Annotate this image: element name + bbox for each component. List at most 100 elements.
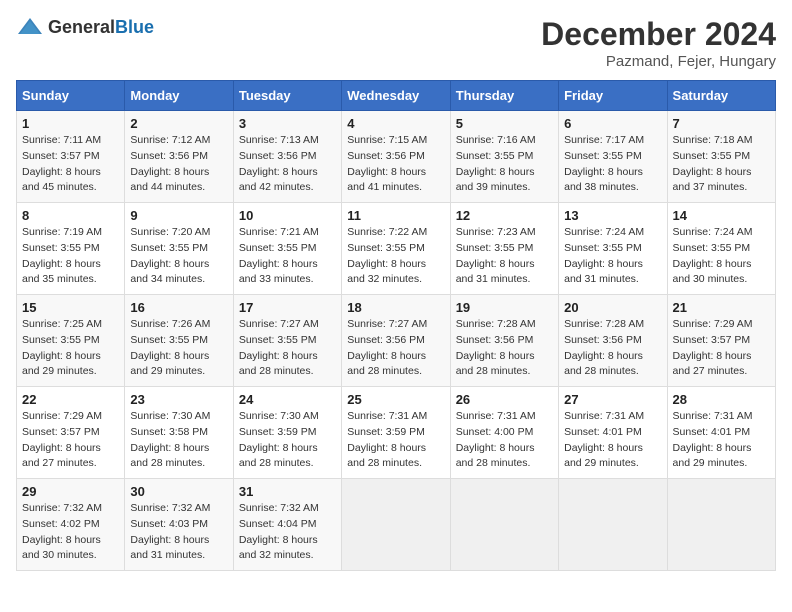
logo-icon	[16, 16, 44, 38]
day-info: Sunrise: 7:17 AMSunset: 3:55 PMDaylight:…	[564, 134, 644, 193]
calendar-week-5: 29 Sunrise: 7:32 AMSunset: 4:02 PMDaylig…	[17, 479, 776, 571]
day-number: 23	[130, 392, 227, 407]
day-number: 1	[22, 116, 119, 131]
day-number: 3	[239, 116, 336, 131]
col-header-friday: Friday	[559, 81, 667, 111]
calendar-cell: 30 Sunrise: 7:32 AMSunset: 4:03 PMDaylig…	[125, 479, 233, 571]
calendar-week-2: 8 Sunrise: 7:19 AMSunset: 3:55 PMDayligh…	[17, 203, 776, 295]
day-number: 4	[347, 116, 444, 131]
location-title: Pazmand, Fejer, Hungary	[541, 53, 776, 70]
calendar-cell: 10 Sunrise: 7:21 AMSunset: 3:55 PMDaylig…	[233, 203, 341, 295]
day-info: Sunrise: 7:28 AMSunset: 3:56 PMDaylight:…	[456, 318, 536, 377]
day-info: Sunrise: 7:32 AMSunset: 4:04 PMDaylight:…	[239, 502, 319, 561]
day-info: Sunrise: 7:16 AMSunset: 3:55 PMDaylight:…	[456, 134, 536, 193]
day-info: Sunrise: 7:18 AMSunset: 3:55 PMDaylight:…	[673, 134, 753, 193]
day-info: Sunrise: 7:27 AMSunset: 3:56 PMDaylight:…	[347, 318, 427, 377]
calendar-cell	[667, 479, 775, 571]
day-info: Sunrise: 7:32 AMSunset: 4:02 PMDaylight:…	[22, 502, 102, 561]
title-area: December 2024 Pazmand, Fejer, Hungary	[541, 16, 776, 70]
day-info: Sunrise: 7:20 AMSunset: 3:55 PMDaylight:…	[130, 226, 210, 285]
calendar-week-3: 15 Sunrise: 7:25 AMSunset: 3:55 PMDaylig…	[17, 295, 776, 387]
day-number: 27	[564, 392, 661, 407]
day-info: Sunrise: 7:31 AMSunset: 4:00 PMDaylight:…	[456, 410, 536, 469]
calendar-week-4: 22 Sunrise: 7:29 AMSunset: 3:57 PMDaylig…	[17, 387, 776, 479]
day-number: 11	[347, 208, 444, 223]
day-info: Sunrise: 7:27 AMSunset: 3:55 PMDaylight:…	[239, 318, 319, 377]
calendar-header: SundayMondayTuesdayWednesdayThursdayFrid…	[17, 81, 776, 111]
day-info: Sunrise: 7:32 AMSunset: 4:03 PMDaylight:…	[130, 502, 210, 561]
calendar-cell	[342, 479, 450, 571]
calendar-cell: 13 Sunrise: 7:24 AMSunset: 3:55 PMDaylig…	[559, 203, 667, 295]
calendar-cell: 22 Sunrise: 7:29 AMSunset: 3:57 PMDaylig…	[17, 387, 125, 479]
calendar-cell: 25 Sunrise: 7:31 AMSunset: 3:59 PMDaylig…	[342, 387, 450, 479]
calendar-cell: 31 Sunrise: 7:32 AMSunset: 4:04 PMDaylig…	[233, 479, 341, 571]
day-number: 6	[564, 116, 661, 131]
day-number: 30	[130, 484, 227, 499]
calendar-cell: 14 Sunrise: 7:24 AMSunset: 3:55 PMDaylig…	[667, 203, 775, 295]
day-number: 13	[564, 208, 661, 223]
calendar-cell: 26 Sunrise: 7:31 AMSunset: 4:00 PMDaylig…	[450, 387, 558, 479]
day-info: Sunrise: 7:24 AMSunset: 3:55 PMDaylight:…	[564, 226, 644, 285]
col-header-tuesday: Tuesday	[233, 81, 341, 111]
calendar-cell: 19 Sunrise: 7:28 AMSunset: 3:56 PMDaylig…	[450, 295, 558, 387]
day-info: Sunrise: 7:28 AMSunset: 3:56 PMDaylight:…	[564, 318, 644, 377]
day-info: Sunrise: 7:25 AMSunset: 3:55 PMDaylight:…	[22, 318, 102, 377]
day-number: 20	[564, 300, 661, 315]
day-number: 5	[456, 116, 553, 131]
calendar-cell: 1 Sunrise: 7:11 AMSunset: 3:57 PMDayligh…	[17, 111, 125, 203]
calendar-cell: 27 Sunrise: 7:31 AMSunset: 4:01 PMDaylig…	[559, 387, 667, 479]
day-info: Sunrise: 7:21 AMSunset: 3:55 PMDaylight:…	[239, 226, 319, 285]
calendar-week-1: 1 Sunrise: 7:11 AMSunset: 3:57 PMDayligh…	[17, 111, 776, 203]
calendar-cell: 21 Sunrise: 7:29 AMSunset: 3:57 PMDaylig…	[667, 295, 775, 387]
day-number: 22	[22, 392, 119, 407]
calendar-cell: 8 Sunrise: 7:19 AMSunset: 3:55 PMDayligh…	[17, 203, 125, 295]
day-info: Sunrise: 7:22 AMSunset: 3:55 PMDaylight:…	[347, 226, 427, 285]
day-number: 14	[673, 208, 770, 223]
calendar-cell: 3 Sunrise: 7:13 AMSunset: 3:56 PMDayligh…	[233, 111, 341, 203]
day-info: Sunrise: 7:31 AMSunset: 3:59 PMDaylight:…	[347, 410, 427, 469]
logo-text: GeneralBlue	[48, 17, 154, 38]
day-info: Sunrise: 7:29 AMSunset: 3:57 PMDaylight:…	[673, 318, 753, 377]
calendar-cell: 11 Sunrise: 7:22 AMSunset: 3:55 PMDaylig…	[342, 203, 450, 295]
day-info: Sunrise: 7:26 AMSunset: 3:55 PMDaylight:…	[130, 318, 210, 377]
day-number: 17	[239, 300, 336, 315]
calendar-cell: 28 Sunrise: 7:31 AMSunset: 4:01 PMDaylig…	[667, 387, 775, 479]
calendar-cell: 18 Sunrise: 7:27 AMSunset: 3:56 PMDaylig…	[342, 295, 450, 387]
day-info: Sunrise: 7:23 AMSunset: 3:55 PMDaylight:…	[456, 226, 536, 285]
day-number: 7	[673, 116, 770, 131]
day-info: Sunrise: 7:30 AMSunset: 3:59 PMDaylight:…	[239, 410, 319, 469]
calendar-cell: 17 Sunrise: 7:27 AMSunset: 3:55 PMDaylig…	[233, 295, 341, 387]
logo-general: General	[48, 17, 115, 37]
calendar-cell: 16 Sunrise: 7:26 AMSunset: 3:55 PMDaylig…	[125, 295, 233, 387]
calendar-cell: 15 Sunrise: 7:25 AMSunset: 3:55 PMDaylig…	[17, 295, 125, 387]
day-number: 31	[239, 484, 336, 499]
day-number: 2	[130, 116, 227, 131]
day-number: 16	[130, 300, 227, 315]
col-header-monday: Monday	[125, 81, 233, 111]
day-number: 9	[130, 208, 227, 223]
day-number: 15	[22, 300, 119, 315]
calendar-cell: 2 Sunrise: 7:12 AMSunset: 3:56 PMDayligh…	[125, 111, 233, 203]
day-info: Sunrise: 7:30 AMSunset: 3:58 PMDaylight:…	[130, 410, 210, 469]
day-info: Sunrise: 7:13 AMSunset: 3:56 PMDaylight:…	[239, 134, 319, 193]
col-header-wednesday: Wednesday	[342, 81, 450, 111]
calendar-cell: 6 Sunrise: 7:17 AMSunset: 3:55 PMDayligh…	[559, 111, 667, 203]
day-number: 24	[239, 392, 336, 407]
header: GeneralBlue December 2024 Pazmand, Fejer…	[16, 16, 776, 70]
day-info: Sunrise: 7:31 AMSunset: 4:01 PMDaylight:…	[673, 410, 753, 469]
day-number: 25	[347, 392, 444, 407]
calendar-cell: 4 Sunrise: 7:15 AMSunset: 3:56 PMDayligh…	[342, 111, 450, 203]
day-info: Sunrise: 7:29 AMSunset: 3:57 PMDaylight:…	[22, 410, 102, 469]
calendar-cell: 24 Sunrise: 7:30 AMSunset: 3:59 PMDaylig…	[233, 387, 341, 479]
calendar-cell: 29 Sunrise: 7:32 AMSunset: 4:02 PMDaylig…	[17, 479, 125, 571]
calendar-cell	[450, 479, 558, 571]
day-number: 21	[673, 300, 770, 315]
day-number: 26	[456, 392, 553, 407]
day-number: 10	[239, 208, 336, 223]
calendar-table: SundayMondayTuesdayWednesdayThursdayFrid…	[16, 80, 776, 571]
day-info: Sunrise: 7:15 AMSunset: 3:56 PMDaylight:…	[347, 134, 427, 193]
calendar-cell	[559, 479, 667, 571]
month-title: December 2024	[541, 16, 776, 53]
calendar-cell: 5 Sunrise: 7:16 AMSunset: 3:55 PMDayligh…	[450, 111, 558, 203]
logo: GeneralBlue	[16, 16, 154, 38]
